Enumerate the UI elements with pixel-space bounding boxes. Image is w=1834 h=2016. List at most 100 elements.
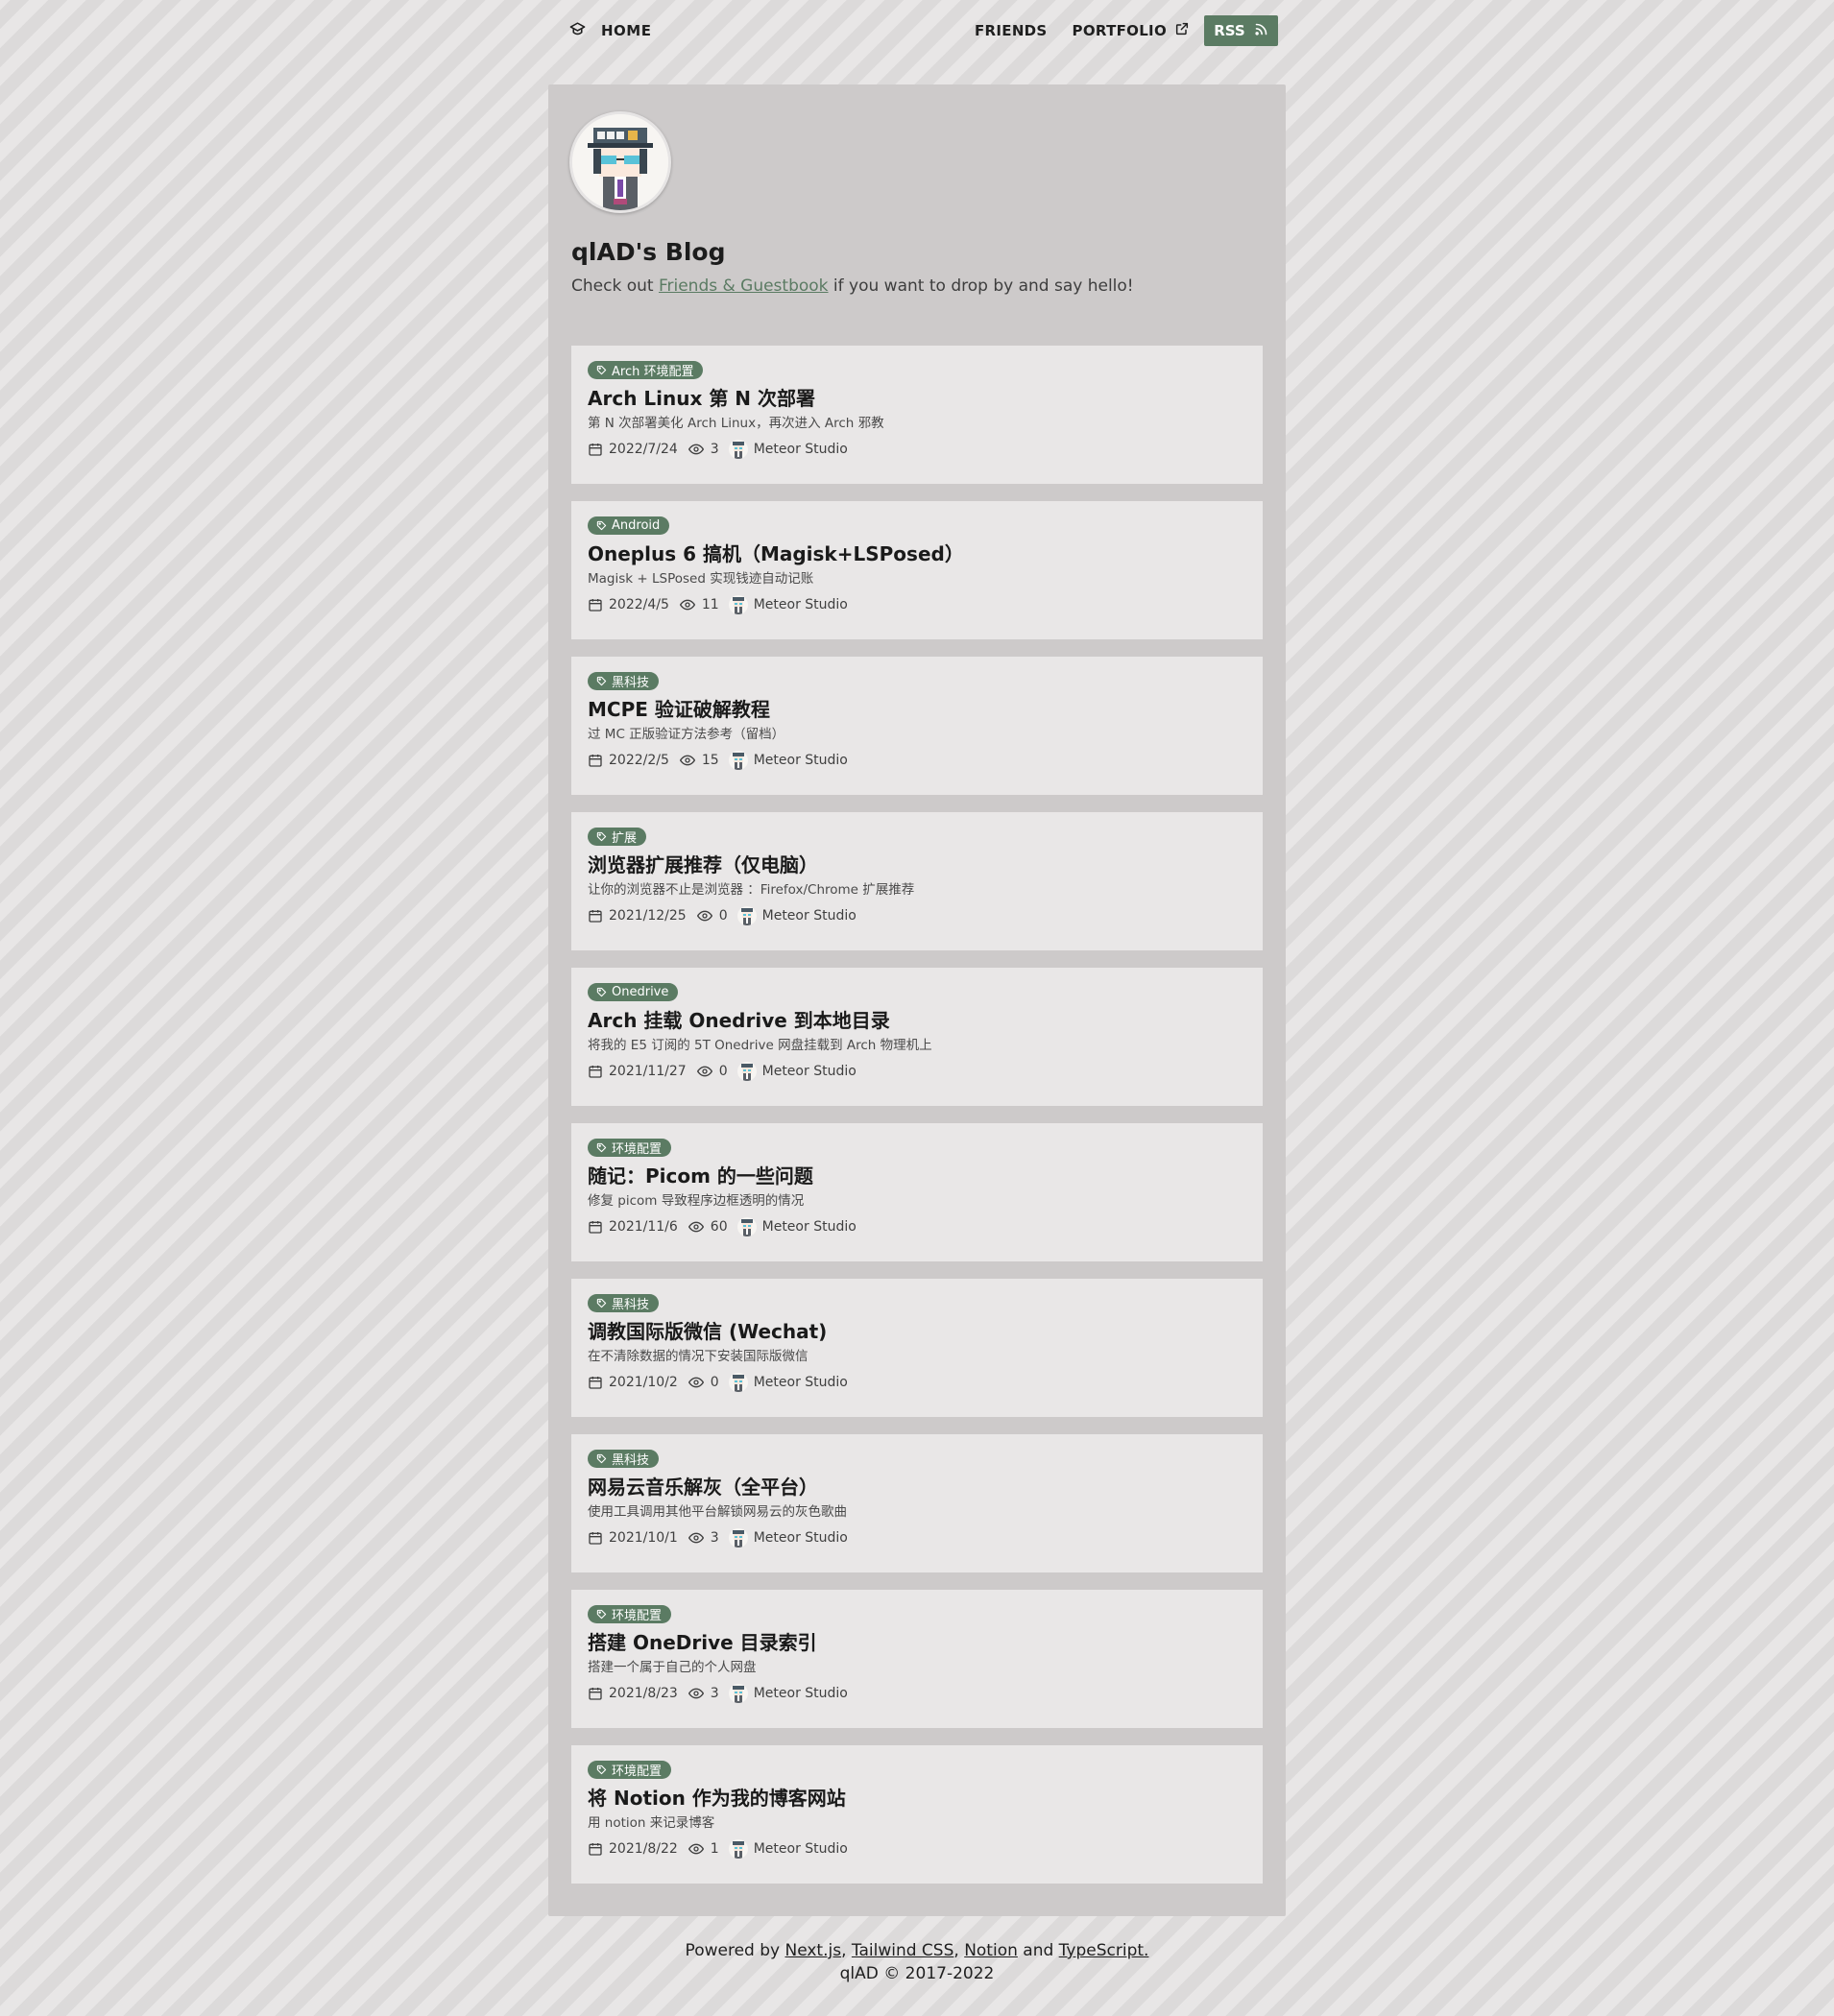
calendar-icon: [588, 1375, 603, 1390]
post-date: 2022/4/5: [609, 597, 669, 612]
author-avatar: [728, 1839, 748, 1859]
tag-label: 环境配置: [612, 1764, 663, 1779]
post-author: Meteor Studio: [753, 1841, 848, 1857]
post-title[interactable]: 浏览器扩展推荐（仅电脑）: [588, 852, 1246, 877]
friends-guestbook-link[interactable]: Friends & Guestbook: [659, 276, 829, 296]
post-author: Meteor Studio: [753, 442, 848, 457]
top-nav: HOME FRIENDS PORTFOLIO RSS: [560, 15, 1278, 46]
post-meta: 2022/2/5 15 Meteor Studio: [588, 751, 1246, 770]
post-description: 用 notion 来记录博客: [588, 1815, 715, 1831]
tag-icon: [596, 1142, 607, 1153]
post-card[interactable]: 扩展 浏览器扩展推荐（仅电脑） 让你的浏览器不止是浏览器 ：Firefox/Chro…: [571, 812, 1263, 950]
post-author: Meteor Studio: [753, 597, 848, 612]
post-tag[interactable]: Android: [588, 516, 670, 535]
post-tag[interactable]: 黑科技: [588, 1294, 660, 1312]
post-tag[interactable]: 环境配置: [588, 1139, 672, 1157]
post-description: Magisk + LSPosed 实现钱迹自动记账: [588, 571, 814, 587]
post-title[interactable]: 网易云音乐解灰（全平台）: [588, 1475, 1246, 1500]
tag-label: 扩展: [612, 831, 638, 846]
post-tag[interactable]: 黑科技: [588, 672, 660, 690]
tag-label: 黑科技: [612, 1453, 650, 1468]
post-card[interactable]: 环境配置 搭建 OneDrive 目录索引 搭建一个属于自己的个人网盘 2021/8/…: [571, 1590, 1263, 1728]
blog-title: qlAD's Blog: [571, 238, 726, 266]
post-card[interactable]: Arch 环境配置 Arch Linux 第 N 次部署第 N 次部署美化 Arc…: [571, 346, 1263, 484]
post-title[interactable]: 搭建 OneDrive 目录索引: [588, 1630, 1246, 1655]
post-description: 将我的 E5 订阅的 5T Onedrive 网盘挂载到 Arch 物理机上: [588, 1038, 932, 1053]
footer-sep: ,: [841, 1941, 852, 1960]
post-date: 2021/8/22: [609, 1841, 678, 1857]
post-title[interactable]: Oneplus 6 搞机（Magisk+LSPosed）: [588, 541, 1246, 566]
tag-label: 环境配置: [612, 1142, 663, 1157]
tag-icon: [596, 1298, 607, 1308]
post-title[interactable]: MCPE 验证破解教程: [588, 697, 1246, 722]
post-tag[interactable]: Arch 环境配置: [588, 361, 704, 379]
post-author: Meteor Studio: [753, 1375, 848, 1390]
post-meta: 2021/11/6 60 Meteor Studio: [588, 1217, 1246, 1236]
post-author: Meteor Studio: [753, 1686, 848, 1701]
post-card[interactable]: Onedrive Arch 挂载 Onedrive 到本地目录将我的 E5 订阅的…: [571, 968, 1263, 1106]
tag-icon: [596, 1609, 607, 1620]
calendar-icon: [588, 753, 603, 768]
post-views: 1: [710, 1841, 719, 1857]
post-description: 搭建一个属于自己的个人网盘: [588, 1660, 757, 1675]
author-avatar: [728, 751, 748, 770]
post-title[interactable]: Arch 挂载 Onedrive 到本地目录: [588, 1008, 1246, 1033]
post-title[interactable]: 将 Notion 作为我的博客网站: [588, 1786, 1246, 1811]
notion-link[interactable]: Notion: [964, 1941, 1018, 1960]
post-tag[interactable]: 环境配置: [588, 1761, 672, 1779]
tag-label: Android: [612, 518, 661, 533]
post-author: Meteor Studio: [753, 1530, 848, 1546]
portfolio-link[interactable]: PORTFOLIO: [1073, 21, 1190, 40]
post-tag[interactable]: 环境配置: [588, 1605, 672, 1623]
portfolio-label: PORTFOLIO: [1072, 22, 1167, 39]
post-views: 11: [701, 597, 719, 612]
eye-icon: [688, 1530, 705, 1546]
main-panel: qlAD's Blog Check out Friends & Guestboo…: [548, 84, 1286, 1916]
post-title[interactable]: 随记：Picom 的一些问题: [588, 1164, 1246, 1188]
calendar-icon: [588, 442, 603, 457]
tag-label: 环境配置: [612, 1609, 663, 1623]
post-date: 2021/12/25: [609, 908, 687, 924]
post-meta: 2022/7/24 3 Meteor Studio: [588, 440, 1246, 459]
eye-icon: [688, 1686, 705, 1701]
post-card[interactable]: 黑科技 网易云音乐解灰（全平台） 使用工具调用其他平台解锁网易云的灰色歌曲 2021/…: [571, 1434, 1263, 1572]
author-avatar: [728, 595, 748, 614]
friends-link[interactable]: FRIENDS: [975, 22, 1048, 39]
post-card[interactable]: 环境配置将 Notion 作为我的博客网站用 notion 来记录博客 2021/…: [571, 1745, 1263, 1884]
copyright: qlAD © 2017-2022: [839, 1964, 995, 1983]
friends-label: FRIENDS: [975, 22, 1048, 39]
post-author: Meteor Studio: [753, 753, 848, 768]
typescript-link[interactable]: TypeScript.: [1059, 1941, 1149, 1960]
nextjs-link[interactable]: Next.js: [784, 1941, 841, 1960]
post-card[interactable]: 环境配置 随记：Picom 的一些问题 修复 picom 导致程序边框透明的情况 20…: [571, 1123, 1263, 1261]
post-views: 3: [710, 442, 719, 457]
post-card[interactable]: 黑科技 MCPE 验证破解教程过 MC 正版验证方法参考（留档） 2022/2/5 1…: [571, 657, 1263, 795]
post-title[interactable]: 调教国际版微信 (Wechat): [588, 1319, 1246, 1344]
post-tag[interactable]: 扩展: [588, 828, 647, 846]
footer-and: and: [1017, 1941, 1059, 1960]
post-tag[interactable]: 黑科技: [588, 1450, 660, 1468]
post-title[interactable]: Arch Linux 第 N 次部署: [588, 386, 1246, 411]
eye-icon: [688, 442, 705, 457]
calendar-icon: [588, 1530, 603, 1546]
calendar-icon: [588, 1064, 603, 1079]
home-link[interactable]: HOME: [569, 15, 651, 46]
subtitle-suffix: if you want to drop by and say hello!: [828, 276, 1134, 296]
tailwind-link[interactable]: Tailwind CSS: [852, 1941, 953, 1960]
post-card[interactable]: 黑科技 调教国际版微信 (Wechat) 在不清除数据的情况下安装国际版微信 2021…: [571, 1279, 1263, 1417]
author-avatar: [728, 440, 748, 459]
avatar: [569, 111, 671, 213]
post-views: 3: [710, 1530, 719, 1546]
post-author: Meteor Studio: [761, 1064, 857, 1079]
post-tag[interactable]: Onedrive: [588, 983, 679, 1001]
author-avatar: [736, 1062, 757, 1081]
post-views: 0: [718, 1064, 728, 1079]
post-meta: 2021/10/2 0 Meteor Studio: [588, 1373, 1246, 1392]
graduation-cap-icon: [569, 21, 586, 41]
post-card[interactable]: Android Oneplus 6 搞机（Magisk+LSPosed） Magis…: [571, 501, 1263, 639]
post-meta: 2021/12/25 0 Meteor Studio: [588, 906, 1246, 925]
author-avatar: [728, 1684, 748, 1703]
nav-right: FRIENDS PORTFOLIO RSS: [975, 15, 1278, 46]
rss-button[interactable]: RSS: [1204, 15, 1278, 46]
tag-label: 黑科技: [612, 676, 650, 690]
